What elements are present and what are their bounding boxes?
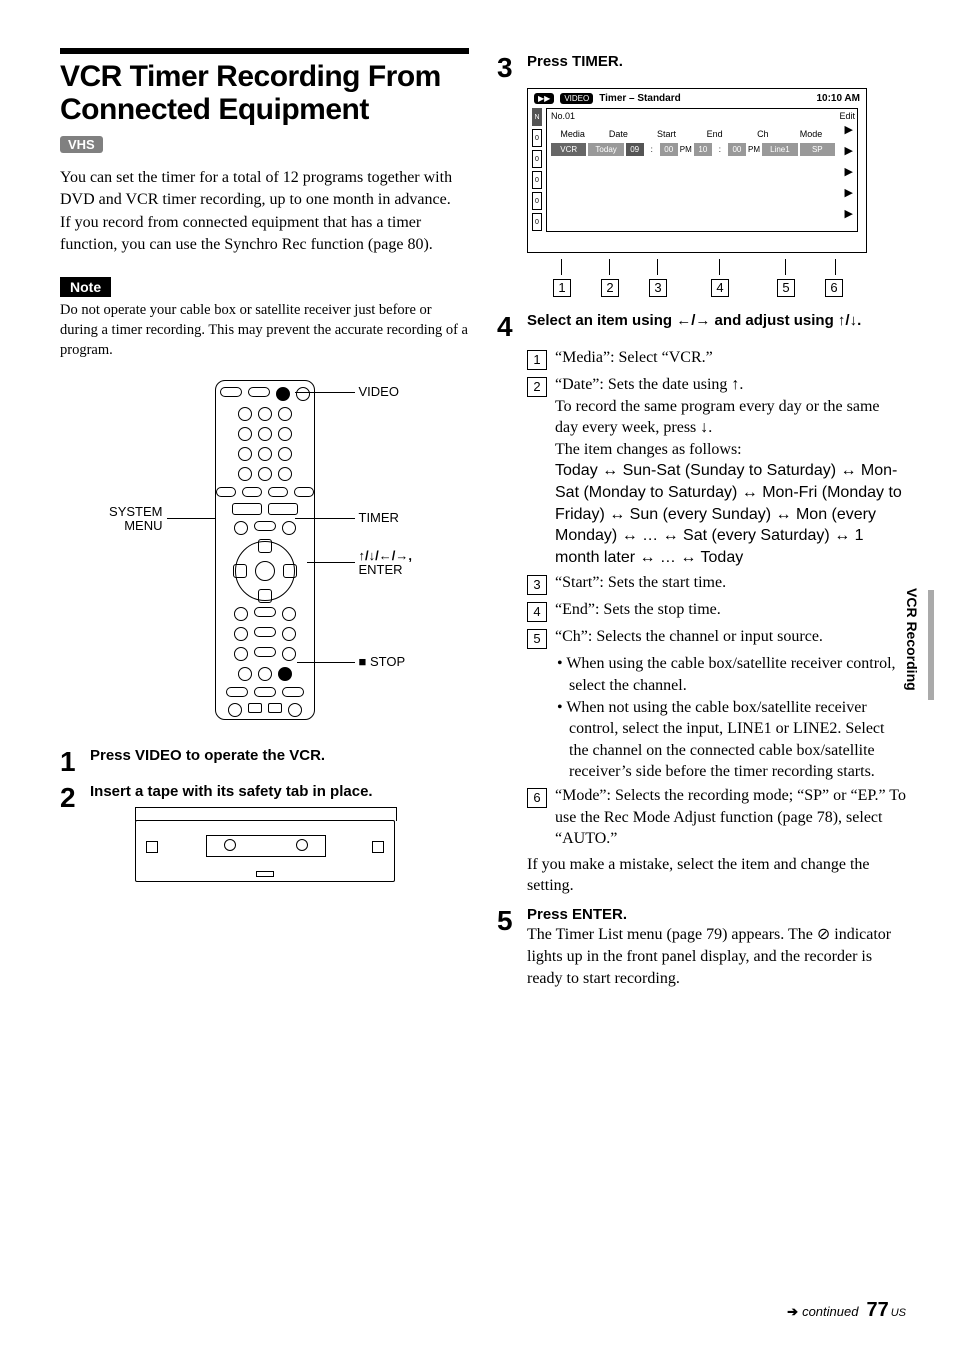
def-1-num: 1 bbox=[527, 350, 547, 370]
osd-mode: SP bbox=[800, 143, 835, 156]
vcr-illustration bbox=[135, 820, 395, 882]
def-tail: If you make a mistake, select the item a… bbox=[527, 854, 906, 897]
osd-time: 10:10 AM bbox=[816, 93, 860, 104]
intro-p1: You can set the timer for a total of 12 … bbox=[60, 167, 469, 210]
label-system: SYSTEM bbox=[109, 504, 163, 519]
def-5-b1: • When using the cable box/satellite rec… bbox=[557, 653, 906, 696]
note-label: Note bbox=[60, 277, 111, 297]
step-3: Press TIMER. bbox=[527, 52, 906, 72]
osd-eap: PM bbox=[748, 143, 760, 156]
page-title: VCR Timer Recording From Connected Equip… bbox=[60, 60, 469, 126]
osd-ch: Line1 bbox=[762, 143, 797, 156]
label-video: VIDEO bbox=[359, 384, 399, 399]
remote-outline bbox=[215, 380, 315, 720]
osd-edit: Edit bbox=[839, 111, 855, 121]
osd-tri-icon: ▶ bbox=[845, 144, 853, 157]
osd-sap: PM bbox=[680, 143, 692, 156]
osd-h-date: Date bbox=[594, 129, 642, 139]
osd-em: 00 bbox=[728, 143, 746, 156]
vhs-badge: VHS bbox=[60, 136, 103, 153]
osd-sc: : bbox=[646, 143, 658, 156]
def-4: “End”: Sets the stop time. bbox=[555, 599, 906, 622]
label-timer: TIMER bbox=[359, 510, 399, 525]
osd-pill2: VIDEO bbox=[560, 93, 593, 104]
def-6-num: 6 bbox=[527, 788, 547, 808]
osd-sh: 09 bbox=[626, 143, 644, 156]
note-text: Do not operate your cable box or satelli… bbox=[60, 301, 469, 360]
osd-title: Timer – Standard bbox=[599, 93, 681, 104]
callout-1: 1 bbox=[553, 279, 571, 297]
def-2: “Date”: Sets the date using ↑. To record… bbox=[555, 374, 906, 568]
osd-h-media: Media bbox=[551, 129, 594, 139]
def-6: “Mode”: Selects the recording mode; “SP”… bbox=[555, 785, 906, 850]
def-5: “Ch”: Selects the channel or input sourc… bbox=[555, 626, 906, 649]
step-5-num: 5 bbox=[497, 905, 527, 991]
step-3-num: 3 bbox=[497, 52, 527, 84]
remote-diagram: VIDEO SYSTEM MENU TIMER ↑/↓/←/→, ENTER ■… bbox=[95, 370, 435, 740]
page-number: 77 bbox=[866, 1299, 888, 1322]
osd-h-ch: Ch bbox=[739, 129, 787, 139]
callout-3: 3 bbox=[649, 279, 667, 297]
label-enter: ENTER bbox=[359, 562, 403, 577]
step-4-num: 4 bbox=[497, 311, 527, 343]
label-menu: MENU bbox=[109, 518, 163, 533]
osd-tri-icon: ▶ bbox=[845, 207, 853, 220]
label-stop: ■ STOP bbox=[359, 654, 406, 669]
step-5: Press ENTER. bbox=[527, 905, 906, 925]
osd-ec: : bbox=[714, 143, 726, 156]
osd-screenshot: ▶▶ VIDEO Timer – Standard 10:10 AM N00 0… bbox=[527, 88, 867, 253]
step-2-num: 2 bbox=[60, 782, 90, 814]
def-5-num: 5 bbox=[527, 629, 547, 649]
callout-6: 6 bbox=[825, 279, 843, 297]
side-tab-mark bbox=[928, 590, 934, 700]
def-5-b2: • When not using the cable box/satellite… bbox=[557, 697, 906, 783]
osd-date: Today bbox=[588, 143, 623, 156]
osd-h-mode: Mode bbox=[787, 129, 835, 139]
def-1: “Media”: Select “VCR.” bbox=[555, 347, 906, 370]
step-2: Insert a tape with its safety tab in pla… bbox=[90, 782, 469, 802]
intro-p2: If you record from connected equipment t… bbox=[60, 212, 469, 255]
osd-pill1: ▶▶ bbox=[534, 93, 554, 104]
def-3-num: 3 bbox=[527, 575, 547, 595]
osd-no: No.01 bbox=[551, 111, 575, 121]
osd-tri-icon: ▶ bbox=[845, 165, 853, 178]
callout-2: 2 bbox=[601, 279, 619, 297]
def-2-num: 2 bbox=[527, 377, 547, 397]
page-region: US bbox=[891, 1307, 906, 1319]
label-dpad: ↑/↓/←/→, bbox=[359, 548, 412, 563]
osd-eh: 10 bbox=[694, 143, 712, 156]
osd-media: VCR bbox=[551, 143, 586, 156]
step-4: Select an item using ←/→ and adjust usin… bbox=[527, 311, 906, 331]
osd-tri-icon: ▶ bbox=[845, 123, 853, 136]
osd-sm: 00 bbox=[660, 143, 678, 156]
osd-h-start: Start bbox=[642, 129, 690, 139]
def-4-num: 4 bbox=[527, 602, 547, 622]
callout-4: 4 bbox=[711, 279, 729, 297]
osd-tri-icon: ▶ bbox=[845, 186, 853, 199]
heading-rule bbox=[60, 48, 469, 54]
def-3: “Start”: Sets the start time. bbox=[555, 572, 906, 595]
step-1-num: 1 bbox=[60, 746, 90, 778]
continued-label: continued bbox=[787, 1304, 858, 1320]
callout-5: 5 bbox=[777, 279, 795, 297]
step-5-body: The Timer List menu (page 79) appears. T… bbox=[527, 924, 906, 989]
side-tab: VCR Recording bbox=[904, 588, 920, 691]
step-1: Press VIDEO to operate the VCR. bbox=[90, 746, 469, 766]
osd-h-end: End bbox=[691, 129, 739, 139]
